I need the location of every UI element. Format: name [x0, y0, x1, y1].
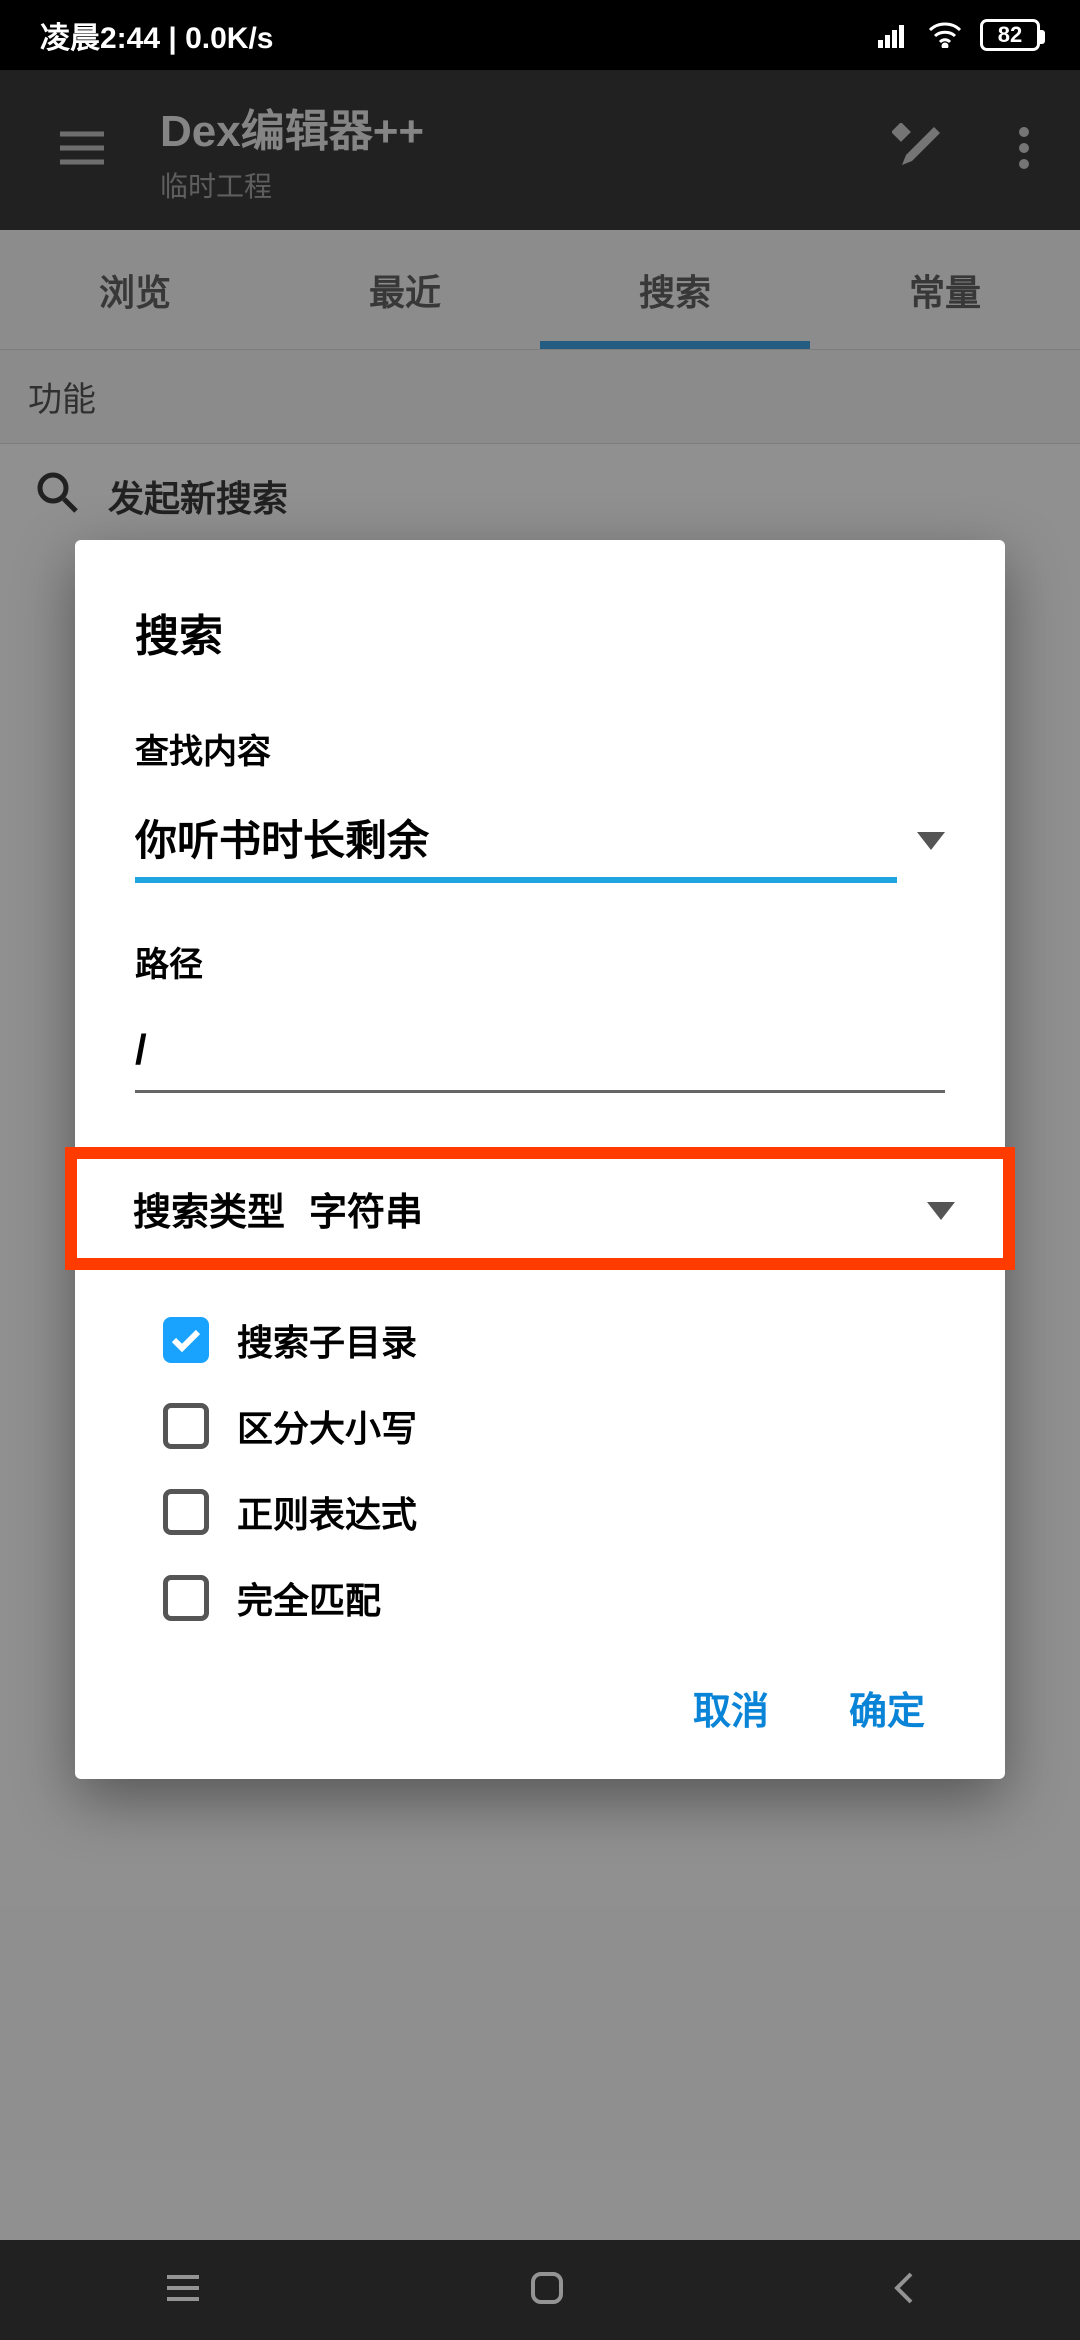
- path-label: 路径: [135, 937, 945, 986]
- option-regex[interactable]: 正则表达式: [163, 1486, 945, 1538]
- path-input[interactable]: [135, 1016, 945, 1093]
- checkbox-subdirs[interactable]: [163, 1317, 209, 1363]
- option-regex-label: 正则表达式: [237, 1486, 417, 1538]
- option-subdirs[interactable]: 搜索子目录: [163, 1314, 945, 1366]
- option-exact-label: 完全匹配: [237, 1572, 381, 1624]
- type-value: 字符串: [309, 1181, 423, 1236]
- ok-button[interactable]: 确定: [849, 1680, 925, 1735]
- status-bar: 凌晨2:44 | 0.0K/s 82: [0, 0, 1080, 70]
- options-list: 搜索子目录 区分大小写 正则表达式 完全匹配: [135, 1314, 945, 1624]
- type-label: 搜索类型: [133, 1181, 285, 1236]
- option-case-label: 区分大小写: [237, 1400, 417, 1452]
- type-dropdown-icon: [927, 1187, 955, 1230]
- search-type-select[interactable]: 搜索类型 字符串: [65, 1147, 1015, 1270]
- cancel-button[interactable]: 取消: [693, 1680, 769, 1735]
- content-dropdown-icon[interactable]: [917, 832, 945, 855]
- search-dialog: 搜索 查找内容 路径 搜索类型 字符串 搜索子目录: [75, 540, 1005, 1779]
- checkbox-case[interactable]: [163, 1403, 209, 1449]
- wifi-icon: [928, 22, 962, 48]
- dialog-title: 搜索: [135, 600, 945, 664]
- battery-icon: 82: [980, 19, 1040, 51]
- content-input[interactable]: [135, 803, 897, 883]
- option-subdirs-label: 搜索子目录: [237, 1314, 417, 1366]
- option-case[interactable]: 区分大小写: [163, 1400, 945, 1452]
- status-left: 凌晨2:44 | 0.0K/s: [40, 13, 274, 57]
- option-exact[interactable]: 完全匹配: [163, 1572, 945, 1624]
- content-label: 查找内容: [135, 724, 945, 773]
- modal-overlay[interactable]: 搜索 查找内容 路径 搜索类型 字符串 搜索子目录: [0, 70, 1080, 2340]
- signal-icon: [878, 22, 910, 48]
- status-right: 82: [878, 19, 1040, 51]
- checkbox-exact[interactable]: [163, 1575, 209, 1621]
- checkbox-regex[interactable]: [163, 1489, 209, 1535]
- dialog-actions: 取消 确定: [135, 1680, 945, 1735]
- battery-percent: 82: [998, 22, 1022, 48]
